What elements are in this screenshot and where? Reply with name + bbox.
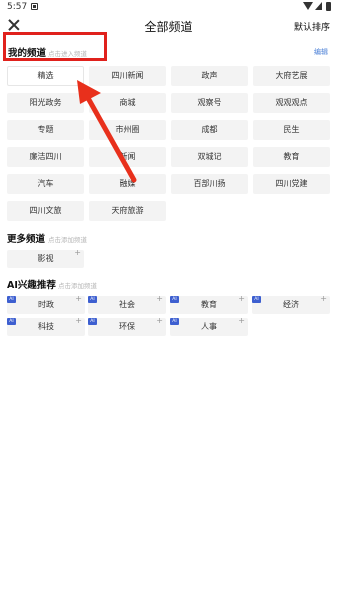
my-channel-item[interactable]: 四川新闻 <box>89 66 166 86</box>
battery-icon <box>326 2 331 11</box>
ai-badge-icon: AI <box>170 296 179 303</box>
ai-channel-label: 时政 <box>38 300 54 309</box>
my-channel-item[interactable]: 观察号 <box>171 93 248 113</box>
ai-channel-item[interactable]: AI 教育 + <box>170 294 248 314</box>
sort-button[interactable]: 默认排序 <box>294 20 330 33</box>
signal-icon <box>315 2 322 10</box>
my-channels-hint: 点击进入频道 <box>48 50 87 58</box>
plus-icon: + <box>238 316 245 325</box>
ai-channels-hint: 点击添加频道 <box>58 282 97 290</box>
ai-channel-label: 环保 <box>119 322 135 331</box>
more-channel-label: 影视 <box>37 254 54 263</box>
my-channel-item[interactable]: 政声 <box>171 66 248 86</box>
my-channel-item[interactable]: 百部川扬 <box>171 174 248 194</box>
status-time: 5:57 <box>7 2 28 12</box>
plus-icon: + <box>75 316 82 325</box>
my-channel-item[interactable]: 市州圈 <box>89 120 166 140</box>
ai-channel-item[interactable]: AI 时政 + <box>7 294 85 314</box>
my-channel-item[interactable]: 新闻 <box>89 147 166 167</box>
edit-button[interactable]: 编辑 <box>314 47 328 57</box>
more-channel-item[interactable]: 影视 + <box>7 248 84 268</box>
my-channel-item[interactable]: 阳光政务 <box>7 93 84 113</box>
my-channel-item[interactable]: 大府艺展 <box>253 66 330 86</box>
plus-icon: + <box>238 294 245 303</box>
plus-icon: + <box>320 294 327 303</box>
plus-icon: + <box>156 294 163 303</box>
my-channel-item[interactable]: 四川文旅 <box>7 201 84 221</box>
ai-badge-icon: AI <box>252 296 261 303</box>
ai-channel-label: 社会 <box>119 300 135 309</box>
ai-badge-icon: AI <box>7 296 16 303</box>
ai-channel-label: 教育 <box>201 300 217 309</box>
ai-channel-item[interactable]: AI 人事 + <box>170 316 248 336</box>
ai-channel-item[interactable]: AI 经济 + <box>252 294 330 314</box>
my-channel-item[interactable]: 双城记 <box>171 147 248 167</box>
my-channels-title: 我的频道 <box>8 48 47 59</box>
ai-badge-icon: AI <box>7 318 16 325</box>
plus-icon: + <box>156 316 163 325</box>
ai-channel-item[interactable]: AI 科技 + <box>7 316 85 336</box>
ai-badge-icon: AI <box>88 296 97 303</box>
my-channel-item[interactable]: 商城 <box>89 93 166 113</box>
notification-icon <box>31 3 38 10</box>
my-channel-item[interactable]: 廉洁四川 <box>7 147 84 167</box>
my-channel-item[interactable]: 观观观点 <box>253 93 330 113</box>
more-channels-hint: 点击添加频道 <box>48 236 87 244</box>
my-channel-item[interactable]: 融媒 <box>89 174 166 194</box>
ai-channel-label: 人事 <box>201 322 217 331</box>
ai-channel-label: 科技 <box>38 322 54 331</box>
ai-channel-label: 经济 <box>283 300 299 309</box>
my-channel-item[interactable]: 精选 <box>7 66 84 86</box>
my-channel-item[interactable]: 民生 <box>253 120 330 140</box>
my-channel-item[interactable]: 成都 <box>171 120 248 140</box>
my-channel-item[interactable]: 教育 <box>253 147 330 167</box>
ai-channels-title: AI兴趣推荐 <box>7 280 56 291</box>
my-channel-item[interactable]: 四川党建 <box>253 174 330 194</box>
my-channel-item[interactable]: 天府旅游 <box>89 201 166 221</box>
ai-badge-icon: AI <box>170 318 179 325</box>
my-channel-item[interactable]: 专题 <box>7 120 84 140</box>
more-channels-title: 更多频道 <box>7 234 46 245</box>
ai-channel-item[interactable]: AI 环保 + <box>88 316 166 336</box>
ai-channel-item[interactable]: AI 社会 + <box>88 294 166 314</box>
ai-badge-icon: AI <box>88 318 97 325</box>
plus-icon: + <box>74 248 81 257</box>
wifi-icon <box>303 2 313 10</box>
plus-icon: + <box>75 294 82 303</box>
status-bar: 5:57 <box>0 0 337 14</box>
my-channel-item[interactable]: 汽车 <box>7 174 84 194</box>
